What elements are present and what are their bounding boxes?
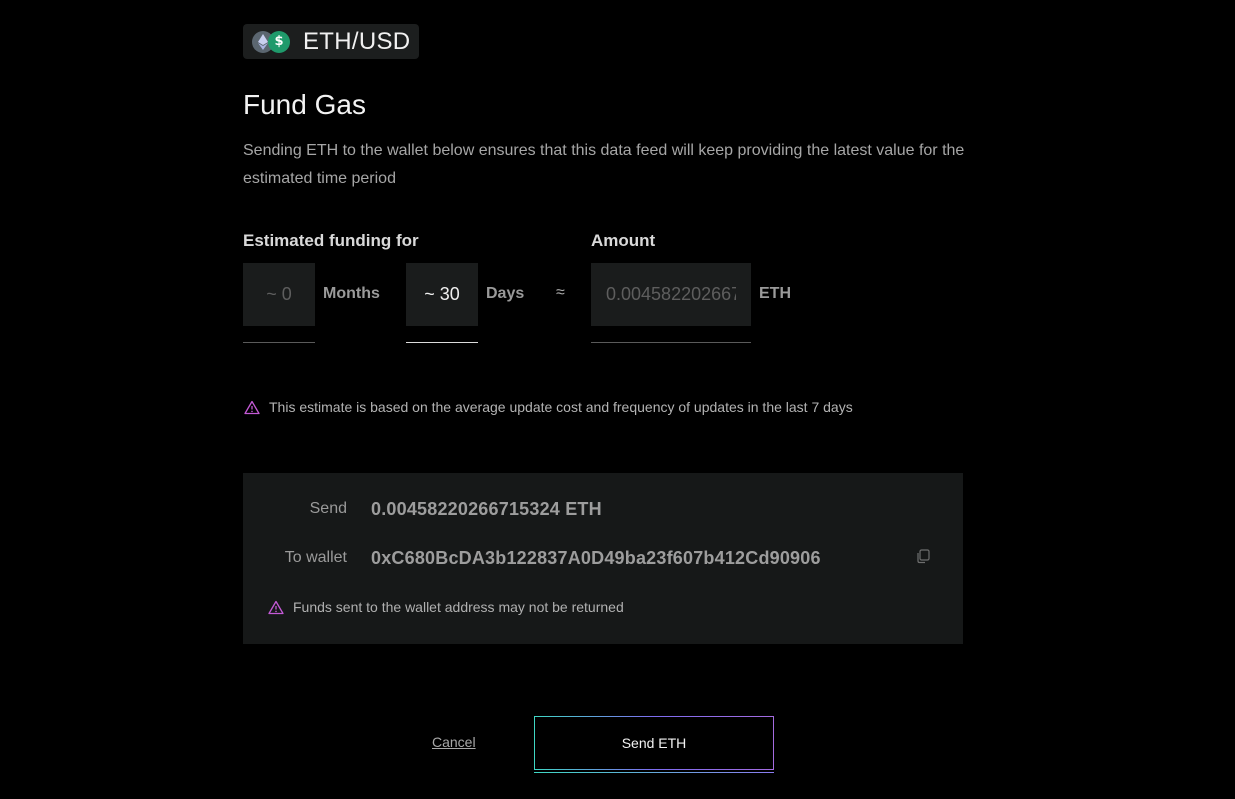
wallet-label: To wallet xyxy=(284,549,347,566)
fund-gas-page: $ ETH/USD Fund Gas Sending ETH to the wa… xyxy=(0,0,1235,799)
cancel-button[interactable]: Cancel xyxy=(432,734,476,750)
days-input[interactable]: ~ 30 xyxy=(406,263,478,326)
send-button-underline xyxy=(534,772,774,773)
amount-unit: ETH xyxy=(759,285,791,302)
dollar-icon: $ xyxy=(268,30,290,53)
months-input[interactable]: ~ 0 xyxy=(243,263,315,326)
amount-input[interactable]: 0.00458220266715324 xyxy=(591,263,751,326)
amount-underline xyxy=(591,342,751,343)
pair-badge: $ ETH/USD xyxy=(243,24,419,59)
wallet-address: 0xC680BcDA3b122837A0D49ba23f607b412Cd909… xyxy=(371,548,821,568)
warning-icon xyxy=(244,400,260,414)
estimate-warning-text: This estimate is based on the average up… xyxy=(269,399,853,415)
estimate-warning: This estimate is based on the average up… xyxy=(244,399,853,415)
approx-symbol: ≈ xyxy=(556,284,565,301)
page-title: Fund Gas xyxy=(243,89,366,120)
amount-value: 0.00458220266715324 xyxy=(606,284,736,304)
send-label: Send xyxy=(309,500,347,517)
funds-warning-text: Funds sent to the wallet address may not… xyxy=(293,599,624,615)
summary-panel: Send 0.00458220266715324 ETH To wallet 0… xyxy=(243,473,963,644)
months-underline xyxy=(243,342,315,343)
copy-icon[interactable] xyxy=(915,548,931,564)
funds-warning: Funds sent to the wallet address may not… xyxy=(268,599,624,615)
funding-label: Estimated funding for xyxy=(243,231,419,250)
months-unit: Months xyxy=(323,285,380,302)
pair-icons: $ xyxy=(252,30,290,53)
page-description: Sending ETH to the wallet below ensures … xyxy=(243,142,965,187)
send-value: 0.00458220266715324 ETH xyxy=(371,499,602,519)
pair-label: ETH/USD xyxy=(303,27,411,55)
send-eth-button[interactable]: Send ETH xyxy=(534,716,774,770)
warning-icon xyxy=(268,600,284,614)
amount-label: Amount xyxy=(591,231,656,250)
days-underline xyxy=(406,342,478,343)
days-unit: Days xyxy=(486,285,525,302)
